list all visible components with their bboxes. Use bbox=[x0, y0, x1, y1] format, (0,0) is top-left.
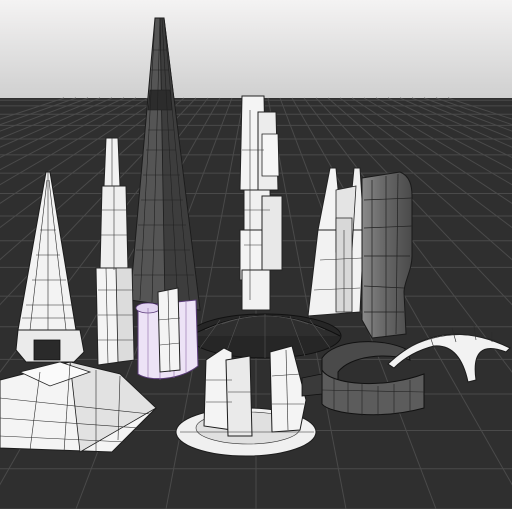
dark-curved-monolith[interactable] bbox=[361, 171, 413, 339]
dome-disc[interactable] bbox=[188, 313, 342, 359]
3d-viewport[interactable] bbox=[0, 0, 512, 509]
scene-canvas[interactable] bbox=[0, 0, 512, 509]
sky-background bbox=[0, 0, 512, 100]
